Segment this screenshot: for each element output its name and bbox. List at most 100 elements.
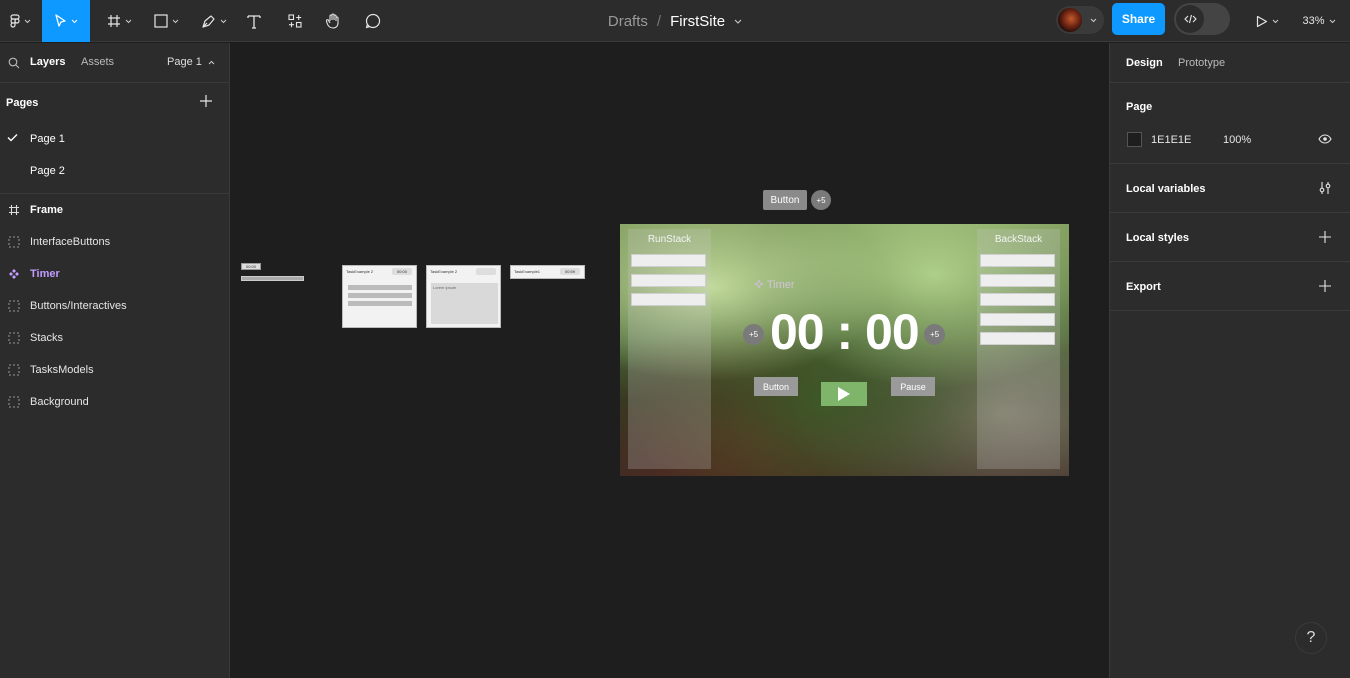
chevron-up-icon: [208, 60, 215, 65]
layer-label: Background: [30, 396, 89, 408]
mini-task-bar[interactable]: [241, 276, 304, 281]
layer-interface-buttons[interactable]: InterfaceButtons: [0, 226, 229, 258]
dev-mode-toggle[interactable]: [1174, 3, 1230, 35]
add-export-icon[interactable]: [1318, 279, 1332, 293]
zoom-level: 33%: [1302, 15, 1325, 27]
comment-icon: [365, 13, 381, 29]
frame-icon: [107, 15, 120, 27]
add-5-left-button[interactable]: +5: [743, 324, 764, 345]
page-item-page-2[interactable]: Page 2: [0, 155, 229, 187]
back-stack-slot: [980, 254, 1055, 267]
run-stack-title: RunStack: [647, 234, 692, 245]
section-icon: [8, 332, 20, 344]
hand-tool-button[interactable]: [322, 0, 344, 42]
tab-assets[interactable]: Assets: [81, 56, 114, 68]
cursor-icon: [54, 14, 66, 27]
avatar: [1058, 8, 1082, 32]
play-button[interactable]: [821, 382, 867, 406]
main-menu-button[interactable]: [0, 0, 40, 42]
chevron-down-icon[interactable]: [734, 19, 742, 24]
local-variables-section: Local variables: [1110, 164, 1350, 213]
layer-timer[interactable]: Timer: [0, 258, 229, 290]
chevron-down-icon: [24, 19, 30, 23]
back-stack[interactable]: BackStack: [977, 229, 1060, 469]
page-item-label: Page 2: [30, 165, 65, 177]
back-stack-title: BackStack: [994, 234, 1043, 245]
resources-tool-button[interactable]: [284, 0, 306, 42]
floating-button[interactable]: Button: [763, 190, 807, 210]
checkmark-icon: [7, 134, 18, 142]
tab-design[interactable]: Design: [1126, 57, 1163, 69]
text-tool-button[interactable]: [243, 0, 265, 42]
component-icon: [9, 269, 19, 279]
add-page-icon[interactable]: [198, 93, 214, 109]
task-card-title: TaskExample 2: [430, 269, 458, 274]
layer-label: Buttons/Interactives: [30, 300, 127, 312]
search-icon[interactable]: [8, 57, 20, 69]
help-button[interactable]: ?: [1295, 622, 1327, 654]
page-selector[interactable]: Page 1: [167, 56, 215, 68]
pause-button[interactable]: Pause: [891, 377, 935, 396]
pen-tool-button[interactable]: [196, 0, 232, 42]
task-card[interactable]: TaskExample 2 Lorem ipsum: [426, 265, 501, 328]
layer-stacks[interactable]: Stacks: [0, 322, 229, 354]
right-panel-tabs: Design Prototype: [1110, 43, 1350, 83]
task-card-row: [348, 293, 412, 298]
eye-icon[interactable]: [1318, 134, 1332, 144]
timer-label-text: Timer: [766, 279, 795, 291]
comment-tool-button[interactable]: [362, 0, 384, 42]
share-button[interactable]: Share: [1112, 3, 1165, 35]
run-stack[interactable]: RunStack: [628, 229, 711, 469]
timer-frame[interactable]: RunStack BackStack Timer +5 00 : 00 +5 B…: [620, 224, 1069, 476]
layer-tasks-models[interactable]: TasksModels: [0, 354, 229, 386]
page-item-page-1[interactable]: Page 1: [0, 123, 229, 155]
pen-icon: [202, 14, 215, 28]
task-card[interactable]: TaskExample 2 00:00: [342, 265, 417, 328]
canvas[interactable]: 00:00 TaskExample 2 00:00 TaskExample 2 …: [231, 43, 1109, 678]
task-card[interactable]: TaskExample1 00:59: [510, 265, 585, 279]
layer-background[interactable]: Background: [0, 386, 229, 418]
task-card-time: 00:00: [392, 268, 412, 275]
task-card-title: TaskExample1: [514, 269, 541, 274]
layer-label: Timer: [30, 268, 60, 280]
left-panel: Layers Assets Page 1 Pages Page 1 Page 2…: [0, 43, 230, 678]
page-section: Page 1E1E1E 100%: [1110, 83, 1350, 164]
add-5-right-button[interactable]: +5: [924, 324, 945, 345]
chevron-down-icon: [125, 19, 131, 23]
frame-tool-button[interactable]: [100, 0, 138, 42]
floating-plus-5-button[interactable]: +5: [811, 190, 831, 210]
page-color-opacity[interactable]: 100%: [1223, 134, 1251, 146]
file-name[interactable]: FirstSite: [670, 13, 725, 30]
breadcrumb-separator: /: [656, 12, 662, 30]
user-avatar-button[interactable]: [1056, 6, 1104, 34]
back-stack-slot: [980, 332, 1055, 345]
page-color-swatch[interactable]: [1127, 132, 1142, 147]
layer-frame[interactable]: Frame: [0, 194, 229, 226]
section-icon: [8, 236, 20, 248]
task-card-body: Lorem ipsum: [431, 283, 498, 324]
run-stack-slot: [631, 293, 706, 306]
breadcrumb-drafts-link[interactable]: Drafts: [608, 13, 648, 30]
shape-tool-button[interactable]: [148, 0, 184, 42]
pages-title: Pages: [6, 97, 39, 109]
tab-prototype[interactable]: Prototype: [1178, 57, 1225, 69]
present-button[interactable]: [1250, 0, 1284, 42]
layer-label: Stacks: [30, 332, 64, 344]
layer-buttons-interactives[interactable]: Buttons/Interactives: [0, 290, 229, 322]
move-tool-button[interactable]: [42, 0, 90, 42]
layer-label: InterfaceButtons: [30, 236, 111, 248]
mini-timer[interactable]: 00:00: [241, 263, 261, 270]
component-icon: [754, 279, 764, 289]
task-card-time: [476, 268, 496, 275]
back-stack-slot: [980, 313, 1055, 326]
add-style-icon[interactable]: [1318, 230, 1332, 244]
frame-button[interactable]: Button: [754, 377, 798, 396]
zoom-menu[interactable]: 33%: [1296, 0, 1342, 42]
rectangle-icon: [153, 14, 168, 28]
task-card-row: [348, 285, 412, 290]
page-color-hex[interactable]: 1E1E1E: [1151, 134, 1191, 146]
variables-icon[interactable]: [1318, 181, 1332, 195]
page-section-title: Page: [1126, 101, 1153, 113]
left-panel-tabs: Layers Assets Page 1: [0, 43, 229, 83]
tab-layers[interactable]: Layers: [30, 56, 65, 68]
